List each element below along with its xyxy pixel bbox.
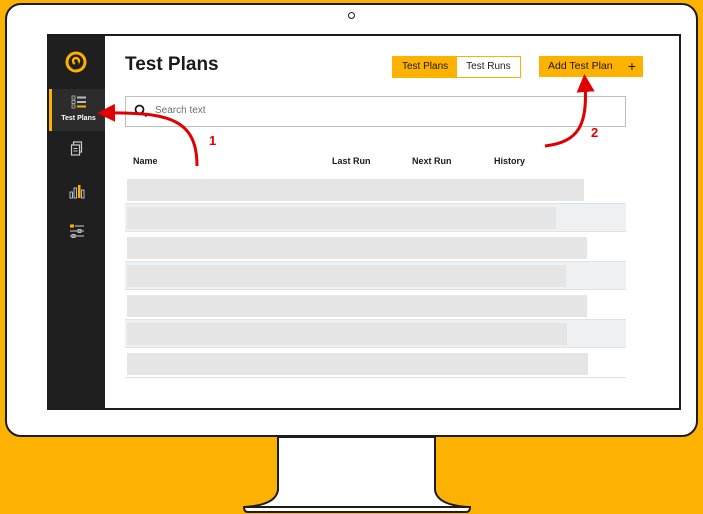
column-header-name[interactable]: Name — [133, 156, 158, 166]
monitor-bezel: Test Plans Test Plans Test Plans Test Ru… — [5, 3, 698, 437]
table-row[interactable] — [125, 204, 626, 232]
sidebar-item-reports[interactable] — [49, 180, 105, 206]
view-toggle: Test Plans Test Runs — [392, 56, 521, 78]
add-test-plan-button[interactable]: Add Test Plan + — [539, 56, 643, 77]
document-icon — [70, 141, 83, 156]
placeholder-bar — [127, 353, 588, 375]
main-content: Test Plans Test Plans Test Runs Add Test… — [105, 36, 679, 408]
annotation-marker-1: 1 — [209, 133, 217, 148]
placeholder-bar — [127, 295, 587, 317]
table-row[interactable] — [125, 262, 626, 290]
column-header-last-run[interactable]: Last Run — [332, 156, 371, 166]
search-input[interactable]: Search text — [125, 96, 626, 127]
plus-icon: + — [627, 58, 636, 74]
test-plans-icon — [71, 95, 86, 109]
placeholder-bar — [127, 207, 556, 229]
table-row[interactable] — [125, 350, 626, 378]
placeholder-bar — [127, 323, 567, 345]
app-screen: Test Plans Test Plans Test Plans Test Ru… — [47, 34, 681, 410]
add-test-plan-label: Add Test Plan — [548, 60, 613, 72]
settings-sliders-icon — [70, 224, 84, 238]
sidebar-item-documents[interactable] — [49, 138, 105, 164]
table-row[interactable] — [125, 292, 626, 320]
table-row[interactable] — [125, 320, 626, 348]
logo-icon — [65, 51, 87, 73]
annotation-marker-2: 2 — [591, 125, 599, 140]
chart-icon — [69, 185, 85, 199]
table-row[interactable] — [125, 176, 626, 204]
placeholder-bar — [127, 265, 566, 287]
table-row[interactable] — [125, 234, 626, 262]
page-title: Test Plans — [125, 54, 219, 75]
tab-test-runs[interactable]: Test Runs — [457, 57, 520, 77]
sidebar-item-settings[interactable] — [49, 220, 105, 246]
column-header-next-run[interactable]: Next Run — [412, 156, 452, 166]
search-placeholder: Search text — [155, 105, 206, 116]
sidebar-item-test-plans[interactable]: Test Plans — [49, 89, 105, 131]
column-header-history[interactable]: History — [494, 156, 525, 166]
placeholder-bar — [127, 237, 587, 259]
sidebar: Test Plans — [49, 36, 105, 408]
tab-test-plans[interactable]: Test Plans — [393, 57, 458, 77]
camera-dot — [348, 12, 355, 19]
search-icon — [134, 104, 148, 118]
sidebar-item-label: Test Plans — [61, 115, 96, 122]
placeholder-bar — [127, 179, 584, 201]
